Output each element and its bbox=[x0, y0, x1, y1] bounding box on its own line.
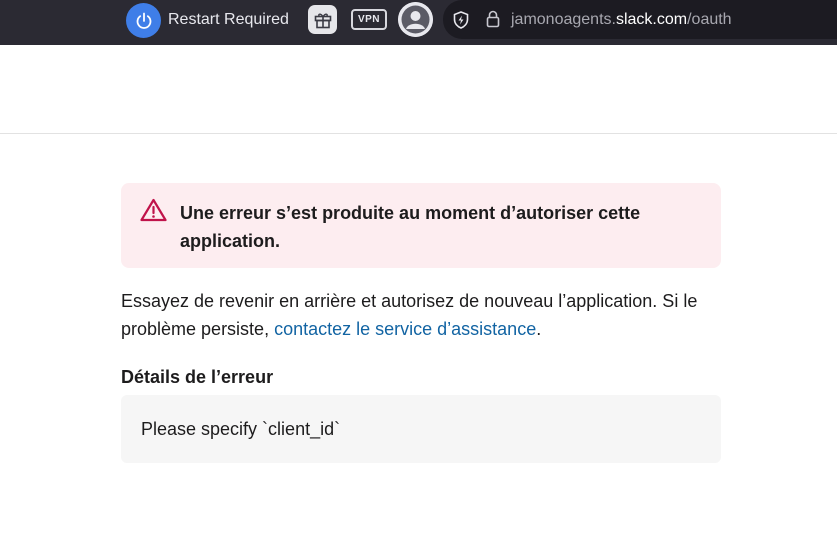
profile-avatar[interactable] bbox=[398, 2, 433, 37]
help-suffix: . bbox=[536, 319, 542, 339]
url-domain: slack.com bbox=[615, 11, 688, 28]
url-path: /oauth bbox=[687, 11, 732, 28]
shield-icon[interactable] bbox=[451, 10, 471, 30]
error-title: Une erreur s’est produite au moment d’au… bbox=[180, 203, 641, 251]
browser-toolbar: Restart Required VPN jamonoagents.slack.… bbox=[0, 0, 837, 45]
error-details-box: Please specify `client_id` bbox=[121, 395, 721, 463]
error-details-heading: Détails de l’erreur bbox=[121, 367, 274, 387]
lock-icon[interactable] bbox=[485, 9, 501, 29]
power-icon[interactable] bbox=[126, 3, 161, 38]
url-prefix: jamonoagents. bbox=[511, 11, 616, 28]
vpn-button[interactable]: VPN bbox=[351, 9, 387, 30]
error-banner: Une erreur s’est produite au moment d’au… bbox=[121, 183, 721, 268]
header-divider bbox=[0, 133, 837, 134]
restart-required-label[interactable]: Restart Required bbox=[168, 10, 289, 30]
gift-icon[interactable] bbox=[308, 5, 337, 34]
error-details-message: Please specify `client_id` bbox=[141, 419, 341, 439]
contact-support-link[interactable]: contactez le service d’assistance bbox=[274, 319, 536, 339]
help-paragraph: Essayez de revenir en arrière et autoris… bbox=[121, 287, 741, 343]
warning-icon bbox=[140, 198, 167, 222]
url-text[interactable]: jamonoagents.slack.com/oauth bbox=[511, 10, 732, 30]
